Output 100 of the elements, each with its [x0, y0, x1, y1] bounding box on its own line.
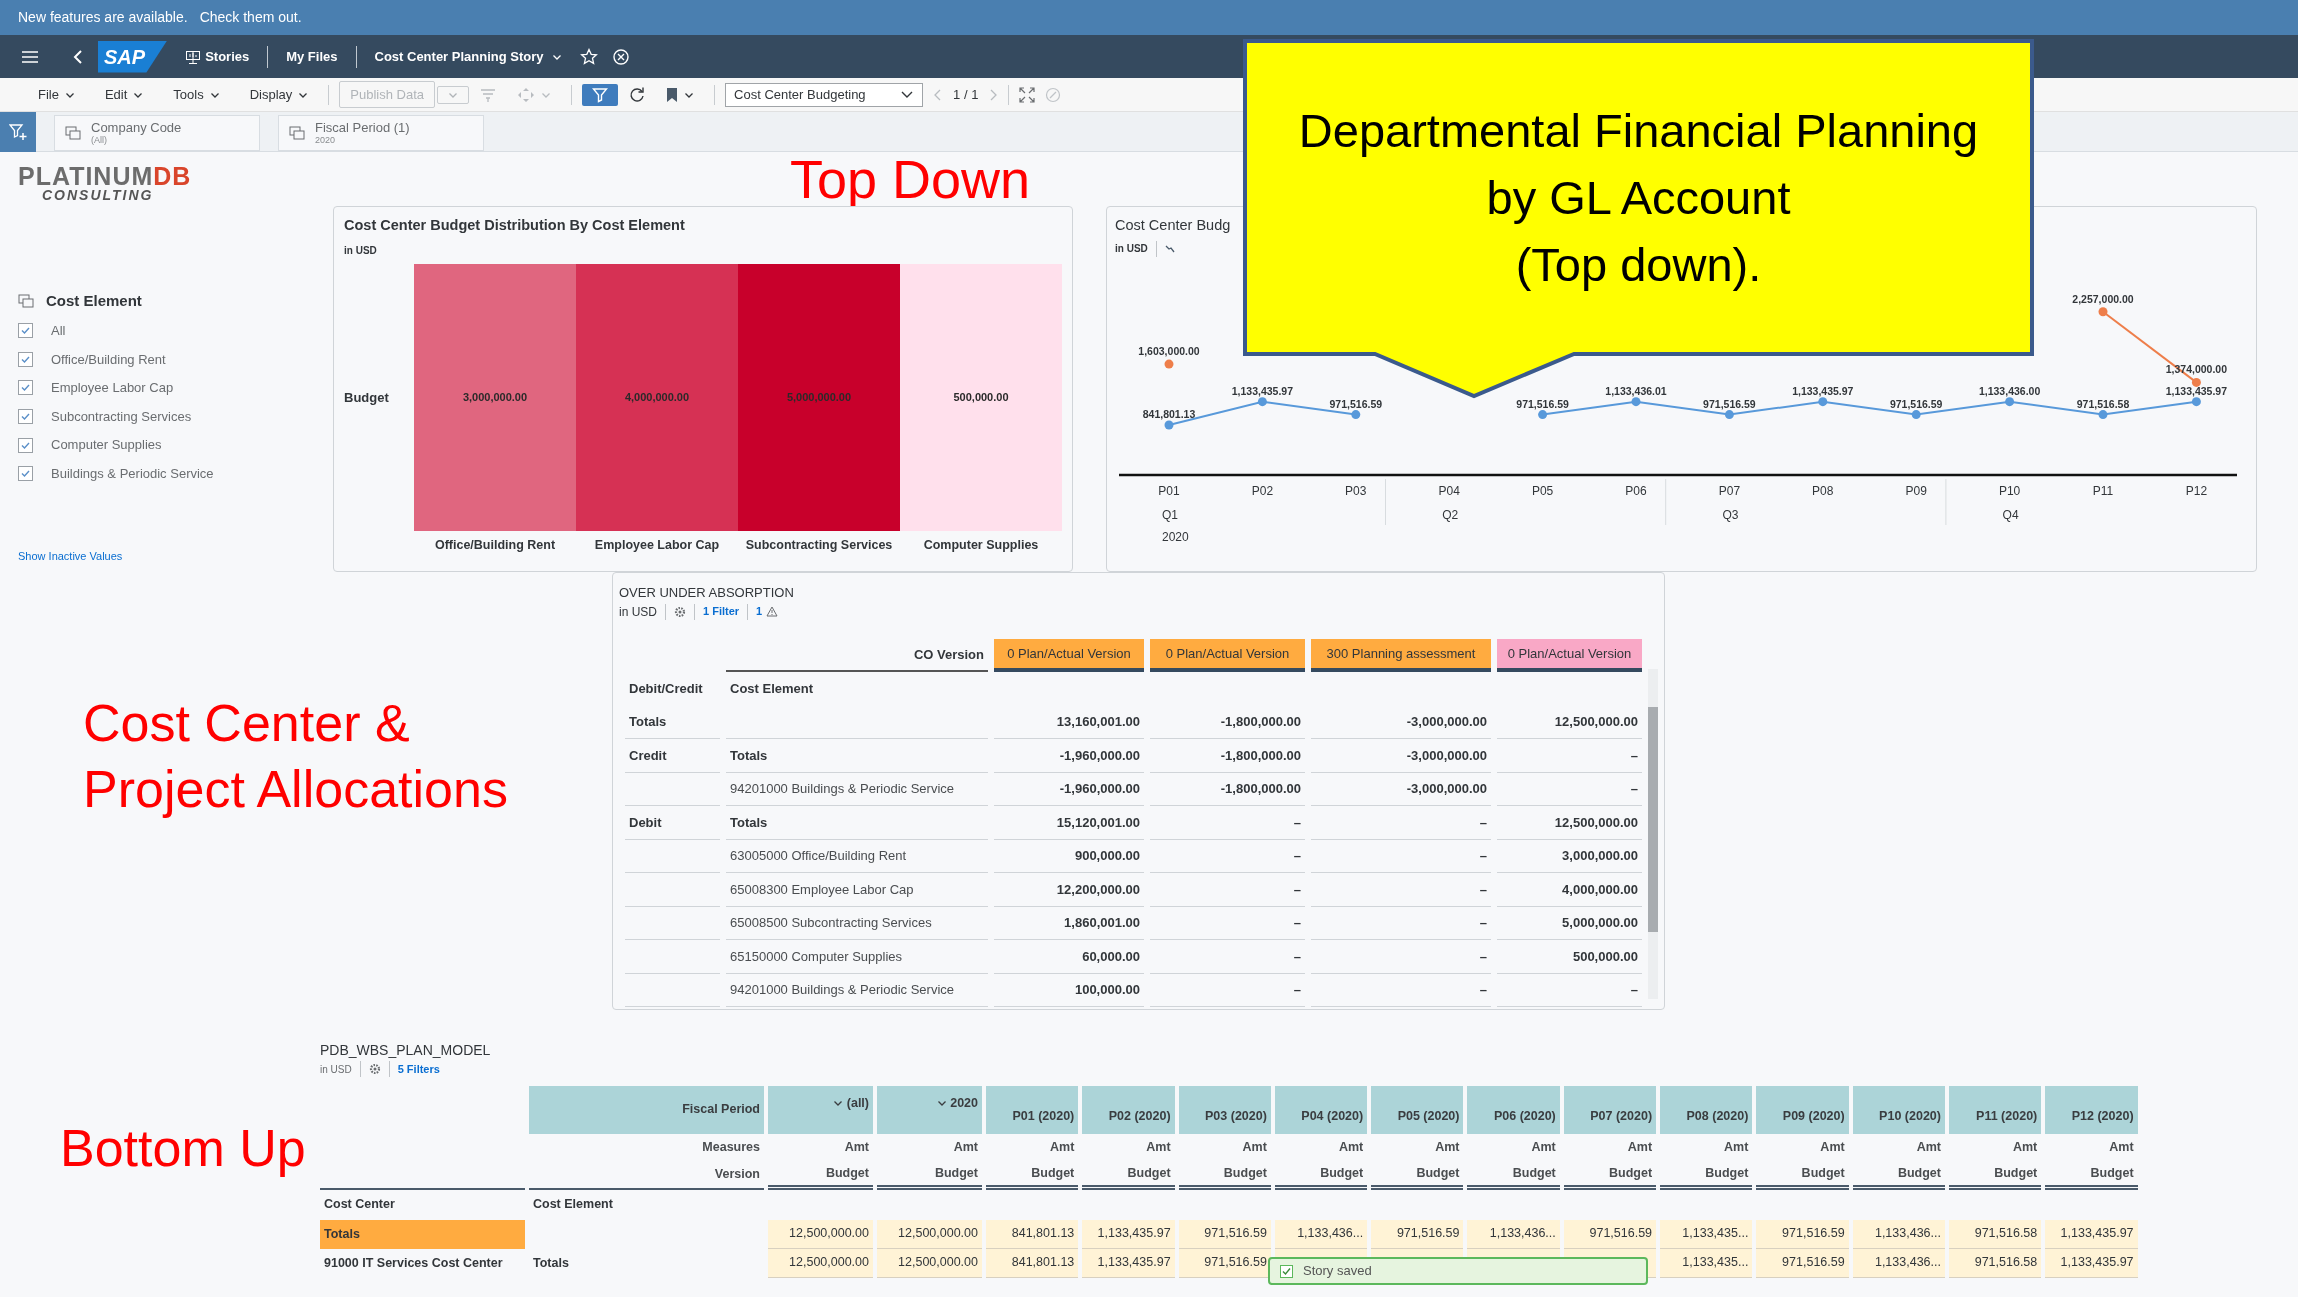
category-label: Computer Supplies: [923, 537, 1039, 555]
scrollbar[interactable]: [1648, 668, 1658, 999]
checkbox[interactable]: [18, 437, 33, 453]
row-header: Totals: [726, 806, 988, 840]
settings-icon[interactable]: [368, 1063, 381, 1076]
column-header[interactable]: 2020: [877, 1085, 982, 1134]
circle-icon[interactable]: [1045, 86, 1062, 103]
table-cell: -1,960,000.00: [994, 772, 1144, 806]
filter-toggle-button[interactable]: [582, 83, 619, 106]
row-header: 91000 IT Services Cost Center: [323, 1254, 504, 1272]
star-icon[interactable]: [579, 47, 598, 66]
checkbox[interactable]: [18, 351, 33, 367]
page-dropdown[interactable]: Cost Center Budgeting: [725, 82, 924, 107]
next-icon[interactable]: [988, 87, 999, 102]
filter-icon: [592, 86, 609, 103]
my-files-button[interactable]: My Files: [282, 44, 342, 69]
axis-label: P01: [1158, 484, 1180, 498]
column-header: Budget: [1274, 1161, 1368, 1190]
table-cell: -1,800,000.00: [1150, 772, 1305, 806]
data-label: 1,133,436.01: [1605, 384, 1667, 397]
data-label: 2,257,000.00: [2072, 292, 2134, 305]
filter-value: 2020: [315, 135, 337, 145]
refresh-icon[interactable]: [628, 85, 647, 104]
row-header: 65008300 Employee Labor Cap: [726, 873, 988, 907]
table-cell: 12,500,000.00: [1497, 705, 1642, 739]
column-header[interactable]: (all): [768, 1085, 873, 1134]
sap-logo[interactable]: SAP: [98, 40, 168, 73]
table-cell: –: [1311, 873, 1491, 907]
column-header: Budget: [1178, 1161, 1271, 1190]
checkbox[interactable]: [18, 466, 33, 482]
table-cell: 971,516.59: [1756, 1219, 1849, 1249]
annotation-text: Cost Center & Project Allocations: [83, 693, 509, 820]
row-header: 65150000 Computer Supplies: [726, 940, 988, 974]
table-cell: 971,516.58: [1948, 1219, 2042, 1249]
axis-label: P06: [1625, 484, 1647, 498]
story-title-dropdown[interactable]: Cost Center Planning Story: [370, 44, 566, 69]
add-filter-button[interactable]: [0, 112, 36, 152]
trend-icon[interactable]: [1164, 243, 1175, 254]
column-header: Amt: [1915, 1139, 1942, 1157]
table-cell: 12,200,000.00: [994, 873, 1144, 907]
check-icon: [20, 411, 31, 423]
data-point: [2005, 397, 2015, 407]
column-header: P07 (2020): [1563, 1085, 1657, 1134]
menu-button[interactable]: Edit: [94, 81, 154, 108]
axis-label: Q4: [2002, 508, 2019, 522]
data-point: [1631, 397, 1641, 407]
checkbox[interactable]: [18, 380, 33, 396]
close-icon[interactable]: [611, 47, 630, 66]
row-header: Debit: [625, 806, 720, 840]
data-label: 971,516.59: [1329, 397, 1383, 410]
table-cell: –: [1311, 973, 1491, 1007]
axis-label: P11: [2092, 484, 2114, 498]
sort-icon[interactable]: [479, 86, 498, 103]
filter-label: Fiscal Period (1): [315, 121, 410, 135]
fullscreen-icon[interactable]: [1019, 86, 1036, 103]
axis-label: Q2: [1442, 508, 1459, 522]
filter-link[interactable]: 1 Filter: [703, 603, 740, 620]
table-cell: –: [1311, 940, 1491, 974]
filter-label: Company Code: [91, 121, 182, 135]
table-cell: -3,000,000.00: [1311, 705, 1491, 739]
move-icon: [517, 86, 536, 103]
stories-button[interactable]: Stories: [181, 44, 254, 69]
category-label: Employee Labor Cap: [594, 537, 720, 555]
filter-token[interactable]: Company Code (All): [54, 115, 260, 151]
option-label: Subcontracting Services: [51, 407, 192, 426]
menu-button[interactable]: Display: [239, 81, 319, 108]
column-header[interactable]: 0 Plan/Actual Version: [1150, 638, 1305, 672]
unit-label: in USD: [1115, 242, 1148, 257]
checkbox[interactable]: [18, 409, 33, 425]
column-header[interactable]: 0 Plan/Actual Version: [1497, 638, 1642, 672]
table-cell: 13,160,001.00: [994, 705, 1144, 739]
warning-link[interactable]: 1: [756, 603, 779, 620]
table-cell: 1,133,435.97: [1082, 1219, 1175, 1249]
table-cell: -1,800,000.00: [1150, 705, 1305, 739]
column-header[interactable]: 0 Plan/Actual Version: [994, 638, 1144, 672]
chart-title: Cost Center Budg: [1115, 216, 1231, 235]
filter-link[interactable]: 5 Filters: [397, 1061, 440, 1078]
column-header: P06 (2020): [1467, 1085, 1560, 1134]
column-header: Budget: [986, 1161, 1079, 1190]
data-label: 971,516.58: [2076, 397, 2130, 410]
column-header[interactable]: 300 Planning assessment: [1311, 638, 1491, 672]
table-cell: 1,133,436...: [1274, 1219, 1368, 1249]
checkbox[interactable]: [18, 323, 33, 339]
column-header: P01 (2020): [986, 1085, 1079, 1134]
annotation-text: Top Down: [790, 149, 1031, 209]
column-header: Budget: [1948, 1161, 2042, 1190]
table-cell: 1,133,435.97: [2045, 1219, 2138, 1249]
menu-button[interactable]: File: [28, 81, 85, 108]
back-icon[interactable]: [72, 48, 84, 65]
filter-token[interactable]: Fiscal Period (1) 2020: [278, 115, 484, 151]
column-header: Cost Center: [323, 1196, 396, 1214]
settings-icon[interactable]: [674, 605, 686, 618]
heatmap-cell[interactable]: 500,000.00: [900, 263, 1062, 531]
notification-link[interactable]: Check them out.: [199, 7, 302, 28]
menu-button[interactable]: Tools: [163, 81, 230, 108]
data-point: [1351, 410, 1361, 420]
axis-label: P09: [1905, 484, 1927, 498]
column-header: Budget: [2045, 1161, 2138, 1190]
heatmap-cell[interactable]: 3,000,000.00: [414, 263, 576, 531]
check-icon: [20, 325, 31, 337]
